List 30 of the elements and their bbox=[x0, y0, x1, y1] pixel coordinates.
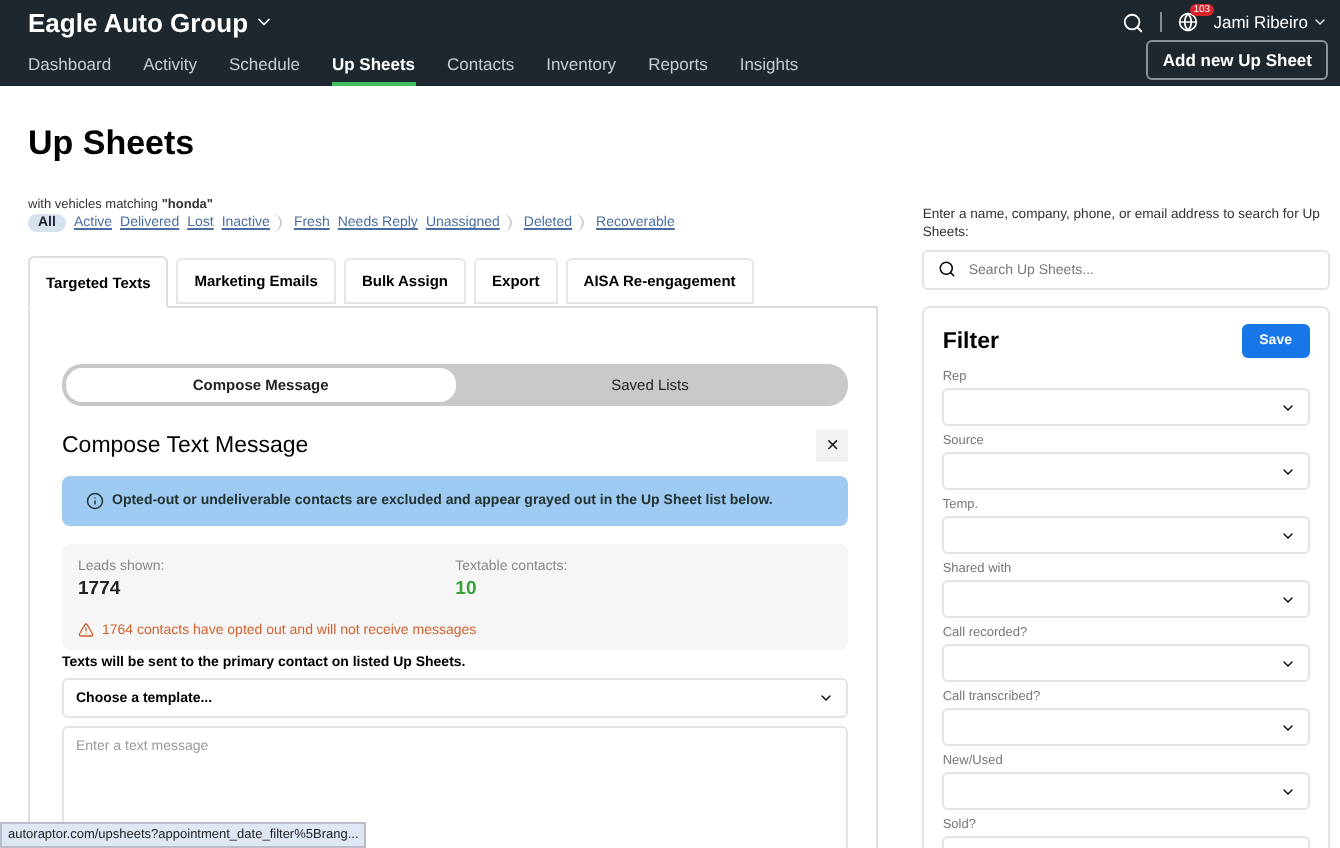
compose-title: Compose Text Message bbox=[62, 434, 309, 458]
filter-select[interactable] bbox=[942, 388, 1310, 427]
close-button[interactable]: × bbox=[816, 430, 849, 462]
filter-title: Filter bbox=[942, 329, 999, 354]
nav-link[interactable]: Schedule bbox=[229, 44, 300, 86]
filter-select[interactable] bbox=[942, 580, 1310, 619]
page-title: Up Sheets bbox=[28, 124, 197, 164]
filter-select[interactable] bbox=[942, 516, 1310, 555]
nav-link[interactable]: Reports bbox=[648, 44, 708, 86]
add-up-sheet-button[interactable]: Add new Up Sheet bbox=[1146, 40, 1328, 80]
nav-link[interactable]: Activity bbox=[143, 44, 198, 86]
filter-select[interactable] bbox=[942, 772, 1310, 811]
info-icon bbox=[86, 492, 104, 510]
warning-icon bbox=[78, 622, 94, 638]
filter-select[interactable] bbox=[942, 644, 1310, 683]
caret-icon[interactable] bbox=[1312, 14, 1328, 30]
nav-link[interactable]: Up Sheets bbox=[331, 44, 416, 86]
filter-select[interactable] bbox=[942, 452, 1310, 491]
brand-name[interactable]: Eagle Auto Group bbox=[28, 7, 249, 37]
nav-link[interactable]: Insights bbox=[739, 44, 799, 86]
stat-value: 1774 bbox=[78, 578, 123, 600]
search-icon[interactable] bbox=[1121, 11, 1144, 33]
filter-select[interactable] bbox=[942, 708, 1310, 747]
nav-link[interactable]: Inventory bbox=[546, 44, 617, 86]
user-name[interactable]: Jami Ribeiro bbox=[1213, 12, 1308, 32]
nav-link[interactable]: Contacts bbox=[447, 44, 515, 86]
nav-link[interactable]: Dashboard bbox=[28, 44, 112, 86]
chevron-down-icon bbox=[818, 690, 835, 706]
stat-value: 10 bbox=[455, 578, 479, 600]
globe-icon[interactable] bbox=[1177, 12, 1198, 32]
